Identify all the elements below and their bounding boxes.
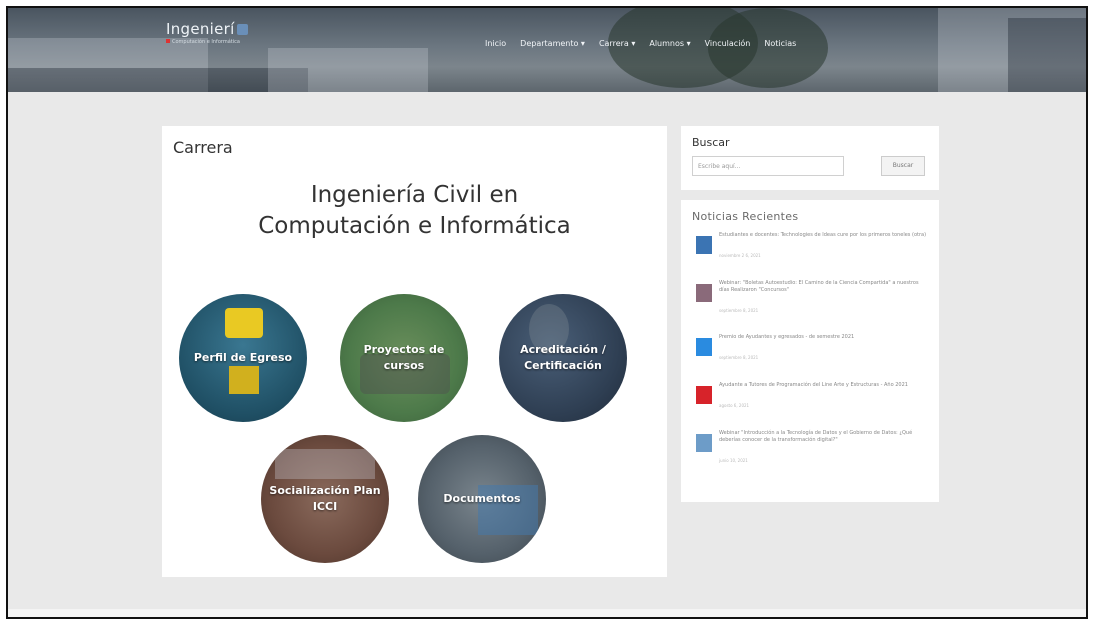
news-item-title[interactable]: Estudiantes e docentes: Technologies de … [719, 232, 927, 239]
acreditacion-label: Acreditación / Certificación [520, 343, 606, 372]
meeting-image [275, 449, 375, 479]
news-item[interactable]: Webinar "Introducción a la Tecnología de… [696, 428, 928, 468]
header-hero-banner: Ingenierí Computación e Informática Inic… [8, 8, 1086, 92]
logo-mark-icon [236, 24, 248, 35]
news-item[interactable]: Premio de Ayudantes y egresados - de sem… [696, 332, 928, 372]
nav-item-inicio[interactable]: Inicio [485, 39, 506, 48]
news-thumbnail-image [696, 284, 712, 302]
search-heading: Buscar [692, 136, 730, 149]
page-title-line2: Computación e Informática [258, 213, 571, 239]
news-thumbnail-image [696, 236, 712, 254]
news-item-date: septiembre 8, 2021 [719, 308, 759, 313]
recent-news-widget: Noticias Recientes Estudiantes e docente… [681, 200, 939, 502]
documentos-label: Documentos [443, 492, 521, 505]
news-item-date: junio 10, 2021 [719, 458, 748, 463]
robot-image [225, 308, 263, 338]
site-logo[interactable]: Ingenierí Computación e Informática [166, 20, 248, 45]
socializacion-plan-link[interactable]: Socialización Plan ICCI [261, 435, 389, 563]
search-widget: Buscar Escribe aquí... Buscar [681, 126, 939, 190]
perfil-egreso-label: Perfil de Egreso [193, 351, 293, 364]
news-item[interactable]: Estudiantes e docentes: Technologies de … [696, 230, 928, 270]
documentos-link[interactable]: Documentos [418, 435, 546, 563]
page-title-line1: Ingeniería Civil en [310, 182, 519, 208]
proyectos-cursos-label: Proyectos de cursos [363, 343, 445, 372]
news-item-date: agosto 6, 2021 [719, 403, 750, 408]
proyectos-cursos-link[interactable]: Proyectos de cursos [340, 294, 468, 422]
nav-item-carrera[interactable]: Carrera ▾ [599, 39, 635, 48]
news-item[interactable]: Webinar: "Boletas Autoestudio: El Camino… [696, 278, 928, 318]
content-card: Carrera Ingeniería Civil en Computación … [162, 126, 667, 577]
news-thumbnail-image [696, 386, 712, 404]
flag-icon [166, 39, 170, 43]
news-item[interactable]: Ayudante a Tutores de Programación del L… [696, 380, 928, 420]
news-thumbnail-image [696, 434, 712, 452]
news-item-title[interactable]: Premio de Ayudantes y egresados - de sem… [719, 334, 927, 341]
search-input[interactable]: Escribe aquí... [692, 156, 844, 176]
footer-band [8, 609, 1086, 617]
recent-news-heading: Noticias Recientes [692, 210, 799, 223]
nav-item-noticias[interactable]: Noticias [764, 39, 796, 48]
robot-body-image [229, 366, 259, 394]
page-title: Ingeniería Civil en Computación e Inform… [162, 180, 667, 242]
news-item-date: noviembre 2 6, 2021 [719, 253, 761, 258]
news-item-title[interactable]: Webinar "Introducción a la Tecnología de… [719, 430, 927, 444]
browser-viewport: Ingenierí Computación e Informática Inic… [6, 6, 1088, 619]
acreditacion-link[interactable]: Acreditación / Certificación [499, 294, 627, 422]
news-item-title[interactable]: Ayudante a Tutores de Programación del L… [719, 382, 927, 389]
page-breadcrumb: Carrera [173, 138, 233, 157]
socializacion-plan-label: Socialización Plan ICCI [269, 484, 381, 513]
news-thumbnail-image [696, 338, 712, 356]
main-nav: Inicio Departamento ▾ Carrera ▾ Alumnos … [485, 39, 796, 48]
news-item-date: septiembre 8, 2021 [719, 355, 759, 360]
perfil-egreso-link[interactable]: Perfil de Egreso [179, 294, 307, 422]
nav-item-alumnos[interactable]: Alumnos ▾ [649, 39, 690, 48]
logo-text: Ingenierí [166, 20, 235, 38]
nav-item-departamento[interactable]: Departamento ▾ [520, 39, 585, 48]
news-item-title[interactable]: Webinar: "Boletas Autoestudio: El Camino… [719, 280, 927, 294]
search-button[interactable]: Buscar [881, 156, 925, 176]
logo-tagline: Computación e Informática [172, 39, 240, 45]
nav-item-vinculacion[interactable]: Vinculación [705, 39, 751, 48]
